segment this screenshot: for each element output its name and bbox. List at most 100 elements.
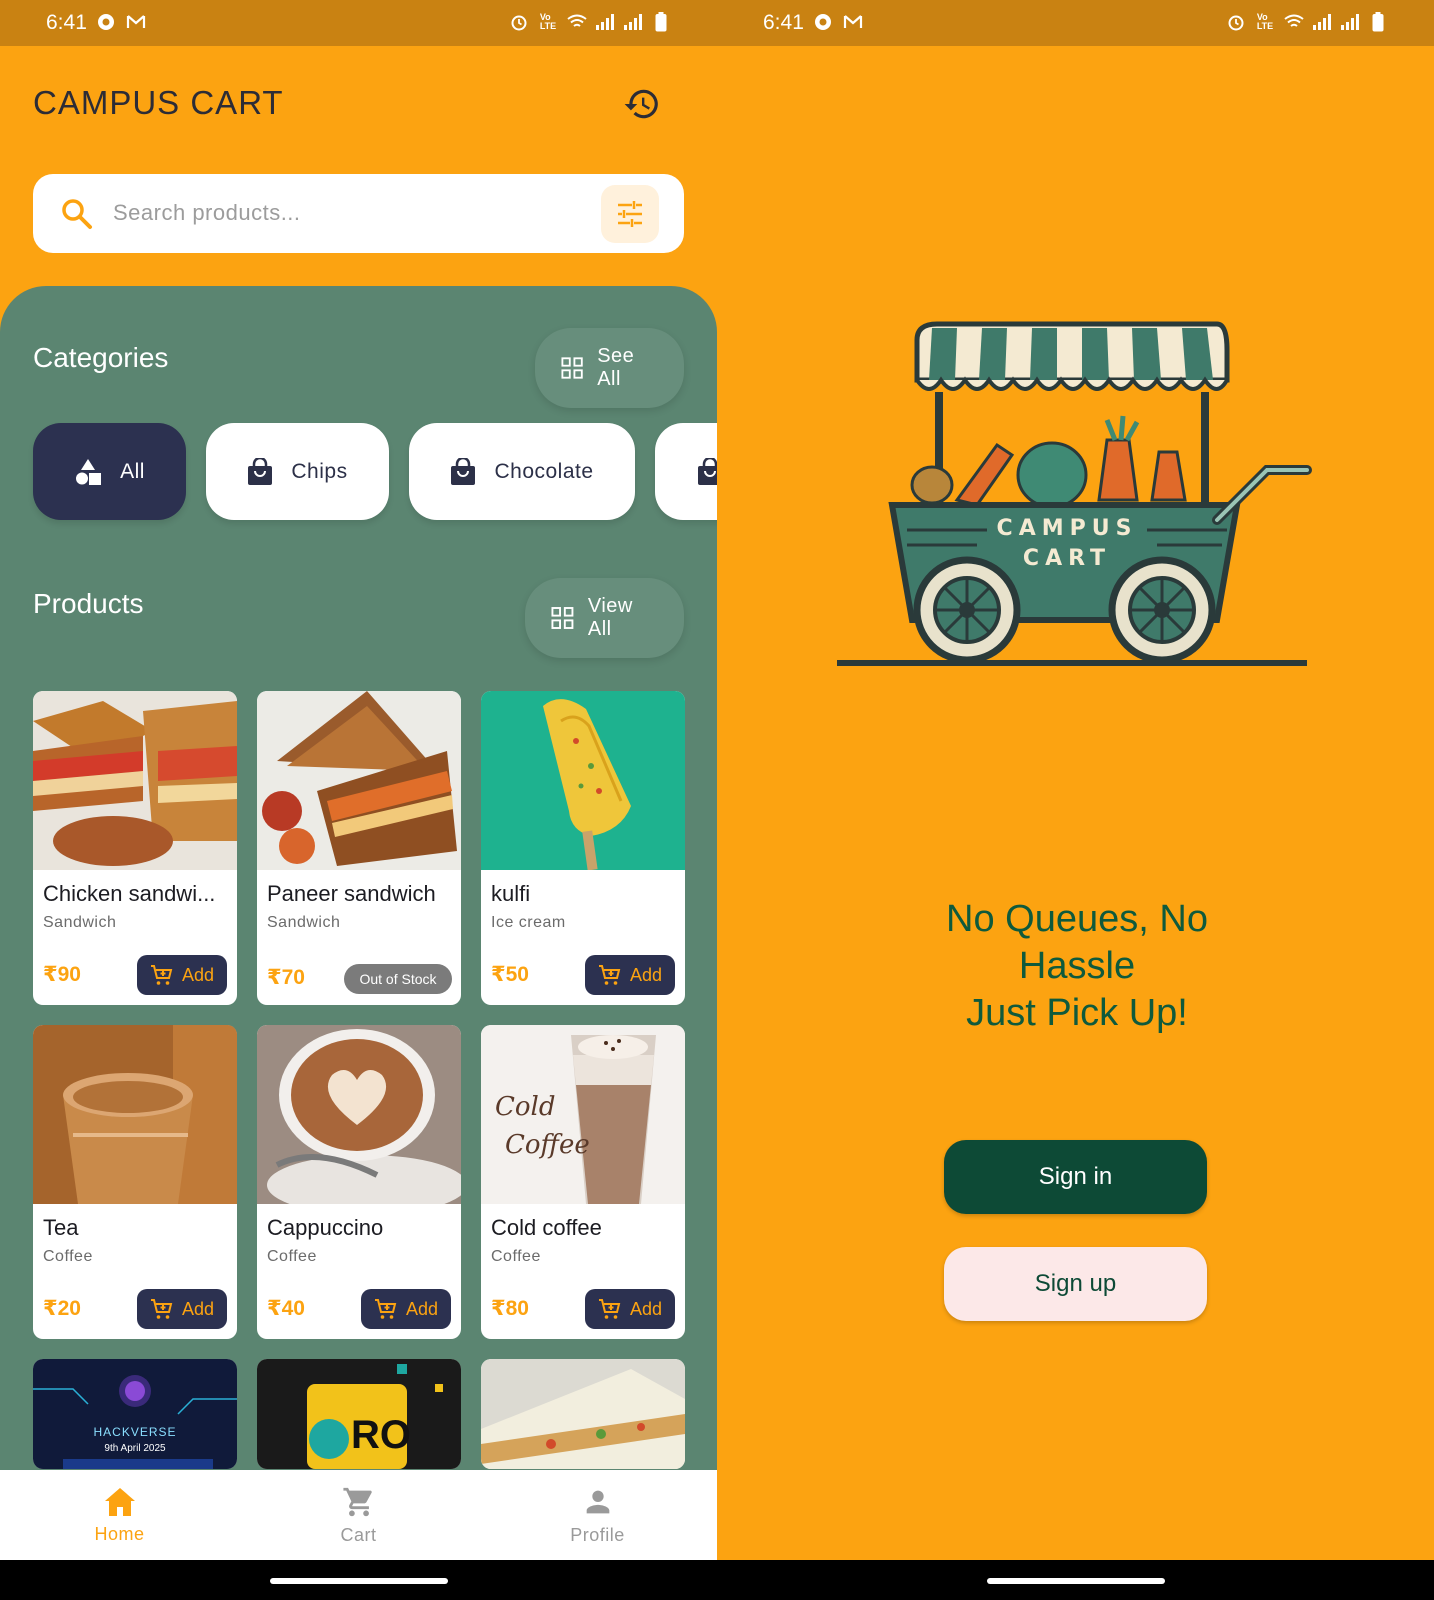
add-to-cart-button[interactable]: Add xyxy=(585,955,675,995)
category-chip-chocolate[interactable]: Chocolate xyxy=(409,423,635,520)
add-label: Add xyxy=(629,1298,663,1319)
view-all-products-button[interactable]: View All xyxy=(525,578,684,658)
category-chip-chips[interactable]: Chips xyxy=(206,423,389,520)
add-cart-icon xyxy=(150,965,173,985)
search-input[interactable] xyxy=(113,190,593,236)
svg-text:Cold: Cold xyxy=(495,1092,556,1122)
battery-icon xyxy=(651,12,671,32)
product-grid: Chicken sandwi... Sandwich ₹90 Add Panee… xyxy=(33,691,685,1469)
add-cart-icon xyxy=(598,1299,621,1319)
nav-label: Home xyxy=(94,1523,145,1544)
signal-icon xyxy=(595,12,615,32)
app-title: CAMPUS CART xyxy=(33,84,284,121)
add-cart-icon xyxy=(150,1299,173,1319)
product-category: Coffee xyxy=(43,1248,93,1265)
history-icon xyxy=(624,89,658,119)
product-card[interactable]: Paneer sandwich Sandwich ₹70 Out of Stoc… xyxy=(257,691,461,1005)
categories-title: Categories xyxy=(33,342,169,373)
alarm-icon xyxy=(509,12,529,32)
sliders-icon xyxy=(618,201,642,227)
search-icon xyxy=(59,196,95,232)
category-chips: All Chips Chocolate xyxy=(33,423,717,520)
product-category: Coffee xyxy=(267,1248,317,1265)
category-chip-label: Chocolate xyxy=(494,459,594,483)
tagline-line: No Queues, No xyxy=(946,898,1208,940)
logo-text-bottom: CART xyxy=(1022,546,1112,571)
product-image-chicken-sandwich xyxy=(33,691,237,870)
home-indicator[interactable] xyxy=(987,1578,1165,1584)
product-card[interactable] xyxy=(481,1359,685,1469)
product-image-tea xyxy=(33,1025,237,1204)
product-card[interactable]: Tea Coffee ₹20 Add xyxy=(33,1025,237,1339)
content-panel: Categories See All All Chips Chocolate P… xyxy=(0,286,717,1470)
product-image-kulfi xyxy=(481,691,685,870)
product-name: kulfi xyxy=(491,881,531,906)
shopping-bag-icon xyxy=(248,457,273,485)
product-category: Ice cream xyxy=(491,914,566,931)
app-notification-icon xyxy=(96,12,116,32)
product-category: Sandwich xyxy=(267,914,341,931)
add-to-cart-button[interactable]: Add xyxy=(361,1289,451,1329)
category-chip-all[interactable]: All xyxy=(33,423,186,520)
product-card[interactable]: Cappuccino Coffee ₹40 Add xyxy=(257,1025,461,1339)
category-chip-partial[interactable] xyxy=(655,423,717,520)
product-name: Paneer sandwich xyxy=(267,881,436,906)
product-image-paneer-sandwich xyxy=(257,691,461,870)
nav-home[interactable]: Home xyxy=(0,1470,239,1560)
order-history-button[interactable] xyxy=(622,84,662,124)
filter-button[interactable] xyxy=(601,185,659,243)
product-card[interactable]: HACKVERSE 9th April 2025 xyxy=(33,1359,237,1469)
home-indicator[interactable] xyxy=(270,1578,448,1584)
product-card[interactable]: Chicken sandwi... Sandwich ₹90 Add xyxy=(33,691,237,1005)
campus-cart-logo: CAMPUS CART xyxy=(837,320,1327,690)
view-all-label: View All xyxy=(587,595,633,640)
product-card[interactable]: RO xyxy=(257,1359,461,1469)
person-icon xyxy=(586,1490,609,1513)
product-price: ₹40 xyxy=(267,1297,305,1320)
product-card[interactable]: Cold Coffee Cold coffee Coffee ₹80 Add xyxy=(481,1025,685,1339)
add-cart-icon xyxy=(374,1299,397,1319)
nav-profile[interactable]: Profile xyxy=(478,1470,717,1560)
product-card[interactable]: kulfi Ice cream ₹50 Add xyxy=(481,691,685,1005)
add-to-cart-button[interactable]: Add xyxy=(137,1289,227,1329)
add-label: Add xyxy=(629,964,663,985)
signal-icon xyxy=(1312,12,1332,32)
products-title: Products xyxy=(33,588,144,619)
shapes-icon xyxy=(76,458,102,485)
search-bar xyxy=(33,174,684,253)
sign-up-button[interactable]: Sign up xyxy=(944,1247,1207,1321)
product-price: ₹80 xyxy=(491,1297,529,1320)
sign-in-button[interactable]: Sign in xyxy=(944,1140,1207,1214)
gesture-bar xyxy=(0,1560,717,1600)
nav-label: Cart xyxy=(340,1524,377,1545)
status-bar: 6:41 Vo LTE xyxy=(0,0,717,46)
home-icon xyxy=(104,1487,135,1516)
gesture-bar xyxy=(717,1560,1434,1600)
battery-icon xyxy=(1368,12,1388,32)
nav-cart[interactable]: Cart xyxy=(239,1470,478,1560)
grid-icon xyxy=(561,357,583,379)
add-cart-icon xyxy=(598,965,621,985)
product-name: Cold coffee xyxy=(491,1215,602,1240)
product-category: Coffee xyxy=(491,1248,541,1265)
cart-icon xyxy=(342,1487,372,1516)
signal-icon xyxy=(623,12,643,32)
wifi-icon xyxy=(567,12,587,32)
shopping-bag-icon xyxy=(698,457,717,485)
signal-icon xyxy=(1340,12,1360,32)
add-to-cart-button[interactable]: Add xyxy=(585,1289,675,1329)
add-to-cart-button[interactable]: Add xyxy=(137,955,227,995)
product-price: ₹70 xyxy=(267,966,305,989)
product-image-cold-coffee: Cold Coffee xyxy=(481,1025,685,1204)
see-all-label: See All xyxy=(597,345,635,390)
product-price: ₹90 xyxy=(43,963,81,986)
status-time: 6:41 xyxy=(46,11,87,34)
see-all-categories-button[interactable]: See All xyxy=(535,328,684,408)
svg-text:Coffee: Coffee xyxy=(505,1130,590,1160)
logo-text-top: CAMPUS xyxy=(996,516,1138,541)
volte-icon: Vo LTE xyxy=(539,12,557,31)
poster-title: HACKVERSE xyxy=(93,1425,177,1439)
bottom-navigation: Home Cart Profile xyxy=(0,1470,717,1560)
status-bar: 6:41 Vo LTE xyxy=(717,0,1434,46)
gmail-icon xyxy=(126,12,146,32)
